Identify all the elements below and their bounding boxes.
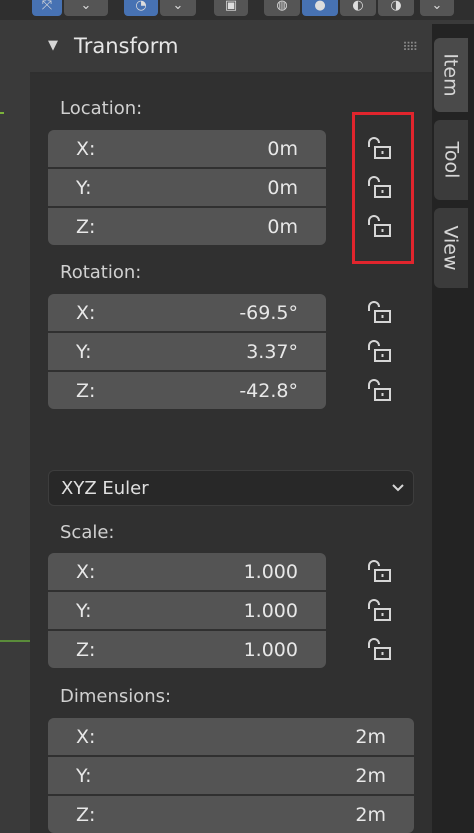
scale-y-field[interactable]: Y: 1.000 [48,592,326,629]
tab-item[interactable]: Item [434,38,468,112]
transform-panel-header[interactable]: ▼ Transform ⠿⠿ [30,24,432,72]
rotation-y-field[interactable]: Y: 3.37° [48,333,326,370]
field-value: 3.37° [246,340,298,363]
axis-label: Y: [76,599,92,622]
field-value: 1.000 [243,638,298,661]
wireframe-shading-icon[interactable]: ◍ [264,0,300,16]
rotation-z-field[interactable]: Z: -42.8° [48,372,326,409]
dimensions-x-field[interactable]: X: 2m [48,718,414,755]
axis-label: Z: [76,215,96,238]
viewport-grid-line [0,640,32,642]
drag-grip-icon[interactable]: ⠿⠿ [402,40,418,54]
annotation-highlight-box [352,112,414,264]
axis-label: X: [76,137,96,160]
overlay-toggle-icon[interactable]: ◔ [124,0,158,16]
tab-view-label: View [440,225,462,271]
scale-label: Scale: [60,522,115,543]
scale-z-lock-icon[interactable] [366,637,392,661]
field-value: -69.5° [239,301,298,324]
dimensions-y-field[interactable]: Y: 2m [48,757,414,794]
axis-label: Z: [76,638,96,661]
tab-tool[interactable]: Tool [434,120,468,200]
axis-label: Z: [76,803,96,826]
header-toolbar: ⤧ ⌄ ◔ ⌄ ▣ ◍ ● ◐ ◑ ⌄ [0,0,474,20]
field-value: 1.000 [243,560,298,583]
axis-label: Z: [76,379,96,402]
rotation-mode-value: XYZ Euler [61,477,149,499]
field-value: 1.000 [243,599,298,622]
viewport-axis-line [0,112,4,114]
field-value: -42.8° [239,379,298,402]
solid-shading-icon[interactable]: ● [302,0,338,16]
tab-item-label: Item [440,53,463,97]
gizmo-dropdown-icon[interactable]: ⌄ [64,0,108,16]
location-y-field[interactable]: Y: 0m [48,169,326,206]
field-value: 0m [267,176,298,199]
axis-label: Y: [76,764,92,787]
location-label: Location: [60,98,143,119]
shading-dropdown-icon[interactable]: ⌄ [420,0,454,16]
field-value: 2m [355,803,386,826]
rotation-y-lock-icon[interactable] [366,339,392,363]
rendered-shading-icon[interactable]: ◑ [378,0,414,16]
panel-title: Transform [74,34,179,58]
field-value: 2m [355,725,386,748]
location-z-field[interactable]: Z: 0m [48,208,326,245]
xray-toggle-icon[interactable]: ▣ [214,0,248,16]
rotation-x-field[interactable]: X: -69.5° [48,294,326,331]
axis-label: X: [76,725,96,748]
rotation-z-lock-icon[interactable] [366,378,392,402]
tab-tool-label: Tool [440,141,462,179]
tab-view[interactable]: View [434,208,468,288]
field-value: 2m [355,764,386,787]
chevron-down-icon [392,484,404,492]
scale-x-field[interactable]: X: 1.000 [48,553,326,590]
axis-label: X: [76,560,96,583]
scale-z-field[interactable]: Z: 1.000 [48,631,326,668]
dimensions-label: Dimensions: [60,686,172,707]
axis-label: Y: [76,340,92,363]
overlay-dropdown-icon[interactable]: ⌄ [160,0,196,16]
field-value: 0m [267,137,298,160]
field-value: 0m [267,215,298,238]
sidebar-tab-strip: Item Tool View [432,24,474,833]
transform-gizmo-icon[interactable]: ⤧ [32,0,62,16]
rotation-x-lock-icon[interactable] [366,300,392,324]
material-shading-icon[interactable]: ◐ [340,0,376,16]
scale-y-lock-icon[interactable] [366,598,392,622]
rotation-mode-dropdown[interactable]: XYZ Euler [48,470,414,506]
dimensions-z-field[interactable]: Z: 2m [48,796,414,833]
scale-x-lock-icon[interactable] [366,559,392,583]
rotation-label: Rotation: [60,262,142,283]
axis-label: X: [76,301,96,324]
axis-label: Y: [76,176,92,199]
location-x-field[interactable]: X: 0m [48,130,326,167]
collapse-arrow-icon[interactable]: ▼ [48,38,58,53]
